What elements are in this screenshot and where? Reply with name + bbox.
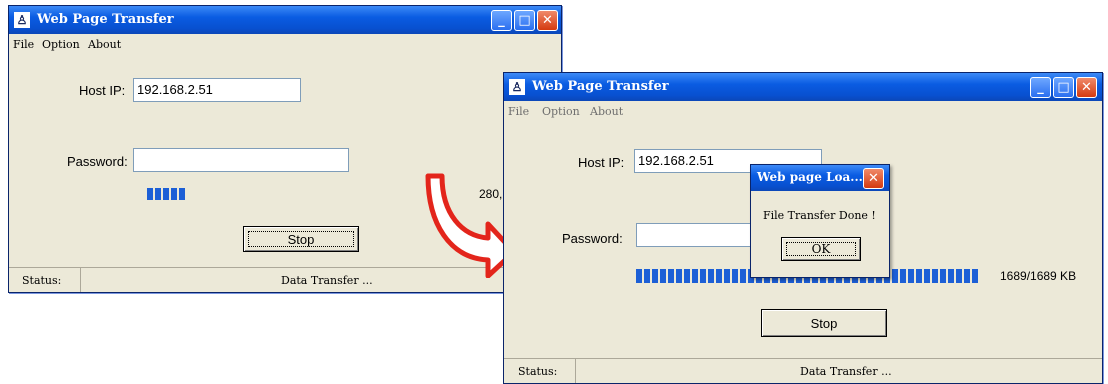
progress-segment <box>652 269 658 283</box>
progress-segment <box>940 269 946 283</box>
host-ip-label: Host IP: <box>578 155 625 170</box>
transfer-tower-icon: ♙ <box>14 12 30 28</box>
progress-segment <box>668 269 674 283</box>
progress-segment <box>636 269 642 283</box>
status-bar: Status: Data Transfer ... <box>504 358 1102 383</box>
stop-button-label: Stop <box>810 315 838 331</box>
minimize-button[interactable]: _ <box>491 10 512 31</box>
progress-segment <box>147 188 153 200</box>
dialog-message: File Transfer Done ! <box>763 209 876 222</box>
dialog-title: Web page Loa... <box>757 170 863 184</box>
progress-segment <box>932 269 938 283</box>
title-bar[interactable]: ♙ Web Page Transfer _ □ ✕ <box>9 6 561 34</box>
progress-segment <box>732 269 738 283</box>
window-title: Web Page Transfer <box>37 12 174 27</box>
progress-segment <box>916 269 922 283</box>
minimize-button[interactable]: _ <box>1030 77 1051 98</box>
progress-segment <box>924 269 930 283</box>
web-page-loader-dialog: Web page Loa... ✕ File Transfer Done ! O… <box>750 164 890 278</box>
close-icon: ✕ <box>542 13 553 28</box>
progress-text: 1689/1689 KB <box>1000 269 1077 283</box>
ok-button-label: OK <box>811 242 831 256</box>
close-icon: ✕ <box>1081 80 1092 95</box>
host-ip-input[interactable]: 192.168.2.51 <box>133 78 301 102</box>
host-ip-label: Host IP: <box>79 83 126 98</box>
progress-segment <box>708 269 714 283</box>
status-cell-label: Status: <box>9 268 81 292</box>
password-label: Password: <box>562 231 623 246</box>
stop-button[interactable]: Stop <box>761 309 887 337</box>
dialog-title-bar[interactable]: Web page Loa... ✕ <box>751 165 889 191</box>
ok-button[interactable]: OK <box>781 237 861 261</box>
menu-about[interactable]: About <box>590 105 623 118</box>
minimize-icon: _ <box>498 13 505 28</box>
progress-segment <box>956 269 962 283</box>
progress-segment <box>724 269 730 283</box>
window-title: Web Page Transfer <box>532 79 669 94</box>
progress-segment <box>692 269 698 283</box>
transfer-tower-icon: ♙ <box>509 79 525 95</box>
progress-segment <box>716 269 722 283</box>
maximize-icon: □ <box>518 13 531 28</box>
menu-about[interactable]: About <box>88 38 121 51</box>
maximize-button[interactable]: □ <box>1053 77 1074 98</box>
stop-button-label: Stop <box>287 231 315 247</box>
dialog-close-button[interactable]: ✕ <box>863 168 884 189</box>
menu-bar: File Option About <box>504 101 1102 121</box>
progress-segment <box>908 269 914 283</box>
progress-segment <box>900 269 906 283</box>
status-label: Status: <box>22 274 62 287</box>
menu-file[interactable]: File <box>13 38 34 51</box>
minimize-icon: _ <box>1037 80 1044 95</box>
menu-option[interactable]: Option <box>42 38 80 51</box>
status-label: Status: <box>518 365 558 378</box>
status-text: Data Transfer ... <box>281 274 373 287</box>
progress-segment <box>644 269 650 283</box>
password-input[interactable] <box>133 148 349 172</box>
maximize-icon: □ <box>1057 80 1070 95</box>
progress-segment <box>155 188 161 200</box>
progress-segment <box>660 269 666 283</box>
progress-segment <box>700 269 706 283</box>
maximize-button[interactable]: □ <box>514 10 535 31</box>
title-bar[interactable]: ♙ Web Page Transfer _ □ ✕ <box>504 73 1102 101</box>
progress-segment <box>684 269 690 283</box>
menu-bar: File Option About <box>9 34 561 54</box>
menu-file[interactable]: File <box>508 105 529 118</box>
progress-segment <box>740 269 746 283</box>
progress-segment <box>964 269 970 283</box>
status-cell-label: Status: <box>504 359 576 383</box>
progress-segment <box>948 269 954 283</box>
close-button[interactable]: ✕ <box>1076 77 1097 98</box>
progress-segment <box>972 269 978 283</box>
close-icon: ✕ <box>868 171 879 186</box>
menu-option[interactable]: Option <box>542 105 580 118</box>
progress-segment <box>163 188 169 200</box>
progress-segment <box>171 188 177 200</box>
progress-segment <box>892 269 898 283</box>
password-label: Password: <box>67 154 128 169</box>
progress-segment <box>676 269 682 283</box>
close-button[interactable]: ✕ <box>537 10 558 31</box>
progress-segment <box>179 188 185 200</box>
stop-button[interactable]: Stop <box>243 226 359 252</box>
status-text: Data Transfer ... <box>800 365 892 378</box>
